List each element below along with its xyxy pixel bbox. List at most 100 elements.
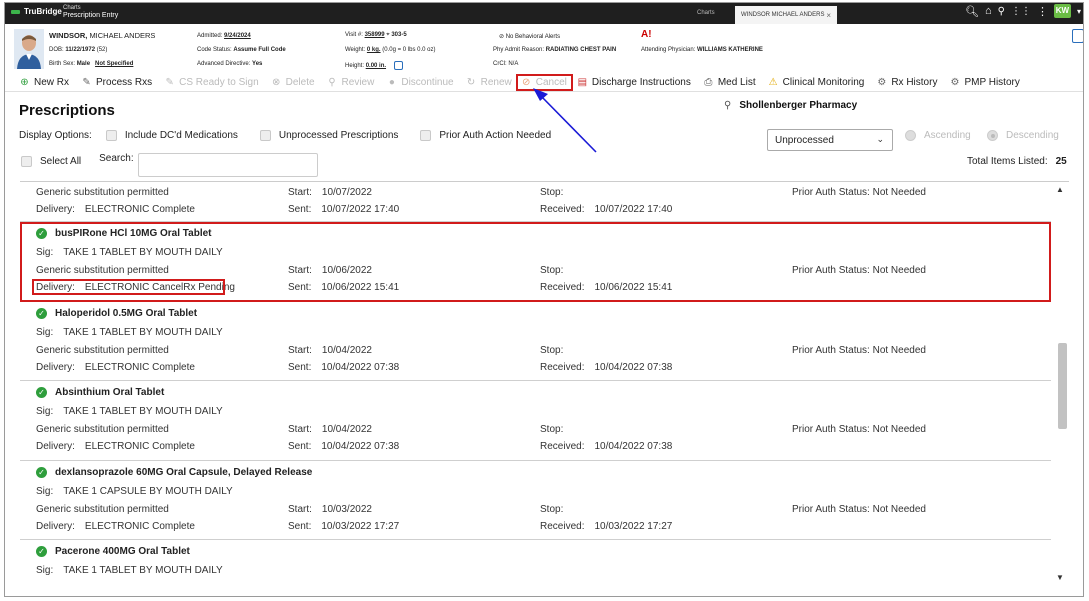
allergy-alert-icon[interactable]: A! [641, 29, 652, 40]
pharmacy-label[interactable]: ⚲ Shollenberger Pharmacy [724, 100, 857, 111]
drug-name: ✓ Absinthium Oral Tablet [36, 387, 164, 398]
list-item[interactable]: ✓ Absinthium Oral Tablet Sig: TAKE 1 TABLE… [20, 381, 1051, 461]
calculator-icon[interactable] [393, 61, 403, 70]
prior-auth-checkbox[interactable]: Prior Auth Action Needed [420, 130, 551, 141]
dots-menu-icon[interactable]: ⋮ [1037, 5, 1048, 18]
list-item[interactable]: ✓ busPIRone HCl 10MG Oral Tablet Sig: TAKE… [20, 222, 1051, 302]
patient-tab-label: WINDSOR MICHAEL ANDERS [741, 12, 825, 18]
sent-field: Sent: 10/03/2022 17:27 [288, 520, 400, 532]
sig-field: Sig: TAKE 1 TABLET BY MOUTH DAILY [36, 565, 223, 576]
include-dc-checkbox[interactable]: Include DC'd Medications [105, 130, 238, 141]
process-rxs-button[interactable]: ✎ Process Rxs [81, 77, 152, 88]
rx-history-button[interactable]: ⚙ Rx History [876, 77, 937, 88]
received-field: Received: 10/03/2022 17:27 [540, 520, 673, 532]
weight-field: Weight: 0 kg. (0.0g = 0 lbs 0.0 oz) [345, 47, 436, 53]
plus-circle-icon: ⊕ [20, 77, 29, 88]
chevron-down-icon: ⌄ [876, 134, 884, 144]
sent-field: Sent: 10/04/2022 07:38 [288, 441, 400, 452]
check-circle-icon: ✓ [36, 228, 47, 239]
cancel-button[interactable]: ⊘ Cancel [515, 74, 573, 91]
discharge-instructions-button[interactable]: ▤ Discharge Instructions [577, 77, 691, 88]
display-options: Display Options: Include DC'd Medication… [19, 130, 551, 141]
select-all-row: Select All Search: [21, 153, 134, 167]
tab-close-icon[interactable]: × [826, 11, 831, 20]
find-icon[interactable]: ⚲ [998, 6, 1005, 17]
checkbox-icon[interactable] [21, 156, 32, 167]
search-input[interactable] [138, 153, 318, 177]
display-options-label: Display Options: [19, 130, 92, 141]
brand-mark-icon [11, 9, 20, 14]
start-field: Start: 10/06/2022 [288, 265, 372, 276]
pharmacy-name: Shollenberger Pharmacy [739, 100, 858, 111]
sent-field: Sent: 10/06/2022 15:41 [288, 282, 400, 293]
renew-button[interactable]: ↻ Renew [466, 77, 512, 88]
prior-auth-field: Prior Auth Status: Not Needed [792, 187, 926, 198]
discontinue-button[interactable]: ● Discontinue [386, 77, 454, 88]
pharmacy-search-icon: ⚲ [724, 100, 732, 111]
side-panel-toggle[interactable] [1072, 29, 1083, 43]
generic-text: Generic substitution permitted [36, 187, 169, 198]
checkbox-icon[interactable] [420, 130, 432, 141]
generic-text: Generic substitution permitted [36, 344, 169, 356]
generic-text: Generic substitution permitted [36, 503, 169, 515]
select-all-checkbox[interactable]: Select All [21, 156, 81, 167]
warning-icon: ⚠ [768, 77, 778, 88]
received-field: Received: 10/06/2022 15:41 [540, 282, 673, 293]
stop-field: Stop: [540, 265, 564, 276]
scroll-up-icon[interactable]: ▲ [1056, 185, 1064, 194]
sig-field: Sig: TAKE 1 TABLET BY MOUTH DAILY [36, 326, 223, 338]
received-field: Received: 10/04/2022 07:38 [540, 441, 673, 452]
scroll-thumb[interactable] [1058, 343, 1067, 429]
home-icon[interactable]: ⌂ [985, 5, 992, 17]
stop-field: Stop: [540, 503, 564, 515]
new-rx-button[interactable]: ⊕ New Rx [19, 77, 69, 88]
app-title-text: Prescription Entry [63, 12, 119, 19]
patient-tab[interactable]: WINDSOR MICHAEL ANDERS × [735, 6, 837, 24]
check-circle-icon: ✓ [36, 387, 47, 398]
drug-name: ✓ busPIRone HCl 10MG Oral Tablet [36, 228, 212, 239]
list-scrollbar[interactable]: ▲ ▼ [1054, 183, 1068, 586]
search-icon[interactable]: 🔍︎ [965, 5, 979, 18]
discontinue-icon: ● [388, 77, 395, 88]
clinical-monitoring-button[interactable]: ⚠ Clinical Monitoring [768, 77, 865, 88]
stop-field: Stop: [540, 344, 564, 356]
brand-logo: TruBridge [11, 7, 62, 16]
behavior-alert: ⊘ No Behavioral Alerts [499, 34, 561, 40]
generic-text: Generic substitution permitted [36, 265, 169, 276]
cs-ready-button[interactable]: ✎ CS Ready to Sign [164, 77, 258, 88]
received-field: Received: 10/04/2022 07:38 [540, 361, 673, 373]
descending-radio[interactable]: Descending [987, 130, 1059, 141]
renew-icon: ↻ [466, 77, 476, 88]
unprocessed-checkbox[interactable]: Unprocessed Prescriptions [259, 130, 398, 141]
printer-icon: ⎙ [704, 77, 713, 88]
list-item[interactable]: ✓ Haloperidol 0.5MG Oral Tablet Sig: TAKE … [20, 302, 1051, 381]
user-avatar[interactable]: KW [1053, 4, 1071, 18]
checkbox-icon[interactable] [259, 130, 271, 141]
cancel-icon: ⊘ [522, 77, 531, 88]
med-list-button[interactable]: ⎙ Med List [703, 77, 755, 88]
ascending-radio[interactable]: Ascending [905, 130, 971, 141]
drug-name: ✓ Haloperidol 0.5MG Oral Tablet [36, 307, 197, 319]
patient-header: WINDSOR, MICHAEL ANDERS DOB: 11/22/1972 … [5, 25, 1083, 73]
status-filter-select[interactable]: Unprocessed ⌄ [767, 129, 893, 151]
list-item[interactable]: ✓ Pacerone 400MG Oral Tablet Sig: TAKE 1 T… [20, 540, 1051, 584]
action-toolbar: ⊕ New Rx ✎ Process Rxs ✎ CS Ready to Sign ⊗… [5, 74, 1083, 92]
review-button[interactable]: ⚲ Review [327, 77, 374, 88]
scroll-down-icon[interactable]: ▼ [1056, 573, 1064, 582]
top-bar: TruBridge Charts Prescription Entry Char… [5, 3, 1083, 24]
pmp-history-button[interactable]: ⚙ PMP History [949, 77, 1019, 88]
patient-photo [14, 29, 44, 69]
chevron-down-icon[interactable]: ▾ [1077, 7, 1081, 16]
charts-link[interactable]: Charts [697, 10, 715, 16]
check-circle-icon: ✓ [36, 546, 47, 557]
list-item[interactable]: ✓ dexlansoprazole 60MG Oral Capsule, Dela… [20, 461, 1051, 540]
list-item[interactable]: Generic substitution permitted Start: 10/… [20, 182, 1051, 222]
delete-button[interactable]: ⊗ Delete [271, 77, 315, 88]
behavior-icon: ⊘ [499, 34, 505, 40]
checkbox-icon[interactable] [105, 130, 117, 141]
apps-grid-icon[interactable]: ⋮⋮ [1011, 6, 1031, 17]
radio-icon [905, 130, 916, 141]
stop-field: Stop: [540, 424, 564, 435]
patient-name: WINDSOR, MICHAEL ANDERS [49, 31, 156, 40]
visit-field: Visit #: 358999 ⌖ 303-5 [345, 32, 407, 38]
